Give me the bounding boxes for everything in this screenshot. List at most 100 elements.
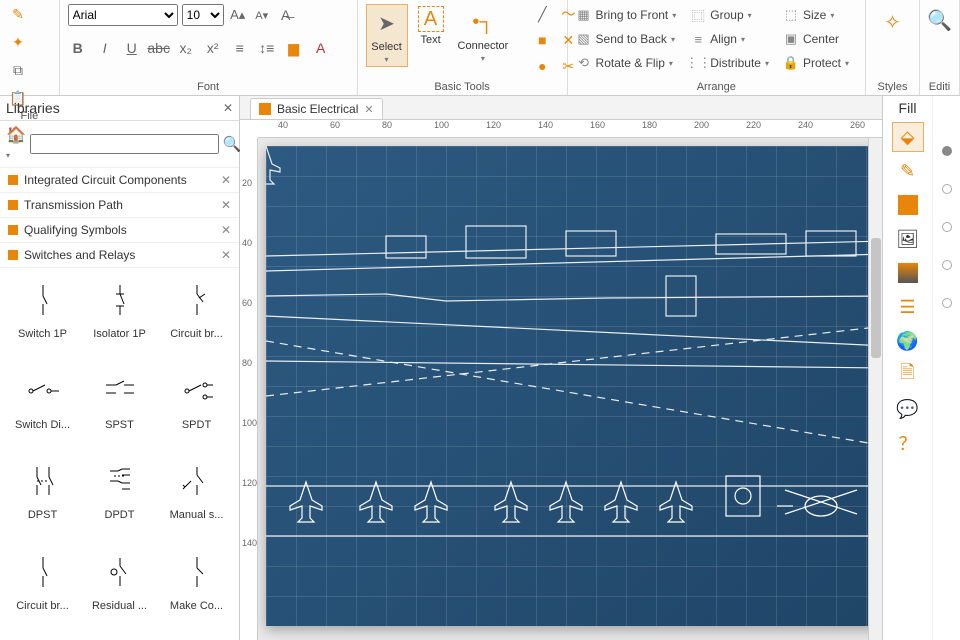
ruler-horizontal: 40 60 80 100 120 140 160 180 200 220 240… <box>258 120 882 138</box>
document-tab[interactable]: Basic Electrical ✕ <box>250 98 383 119</box>
find-icon[interactable]: 🔍 <box>927 4 952 36</box>
library-search-input[interactable] <box>30 134 219 154</box>
search-icon[interactable]: 🔍 <box>223 135 242 153</box>
canvas-area: Basic Electrical ✕ 40 60 80 100 120 140 … <box>240 96 882 640</box>
underline-button[interactable]: U <box>122 38 142 58</box>
bullets-button[interactable]: ≡ <box>230 38 250 58</box>
font-color-button[interactable]: A <box>311 38 331 58</box>
right-panel-title: Fill <box>899 96 917 122</box>
option-radio[interactable] <box>942 222 952 232</box>
page-icon[interactable]: 🗎 <box>892 360 924 390</box>
circle-shape-icon[interactable]: ● <box>532 56 552 76</box>
subscript-button[interactable]: x₂ <box>176 38 196 58</box>
library-item[interactable]: SPST <box>83 367 156 452</box>
protect-button[interactable]: 🔒Protect▾ <box>783 52 849 74</box>
superscript-button[interactable]: x² <box>203 38 223 58</box>
pencil-icon[interactable]: ✎ <box>892 156 924 186</box>
line-spacing-button[interactable]: ↕≡ <box>257 38 277 58</box>
styles-icon: ✧ <box>877 6 909 38</box>
library-item[interactable]: Residual ... <box>83 548 156 633</box>
option-radio[interactable] <box>942 146 952 156</box>
close-icon[interactable]: ✕ <box>223 101 233 115</box>
fill-bucket-icon[interactable]: ⬙ <box>892 122 924 152</box>
rotate-icon: ⟲ <box>576 55 592 71</box>
wand-icon[interactable]: ✦ <box>8 32 28 52</box>
select-tool[interactable]: ➤ Select ▾ <box>366 4 408 67</box>
connector-icon: •┐ <box>467 6 499 38</box>
group-button[interactable]: ⿴Group▾ <box>690 4 769 26</box>
canvas-viewport[interactable] <box>258 138 868 640</box>
italic-button[interactable]: I <box>95 38 115 58</box>
option-radio[interactable] <box>942 184 952 194</box>
library-category[interactable]: Qualifying Symbols✕ <box>0 218 239 243</box>
library-item[interactable]: Make Co... <box>160 548 233 633</box>
vertical-scrollbar[interactable] <box>868 138 882 640</box>
align-icon: ≡ <box>690 31 706 47</box>
highlight-button[interactable]: ▆ <box>284 38 304 58</box>
ribbon-group-file: ✎ ✦ ⧉ 📋 File <box>0 0 60 95</box>
library-item[interactable]: Circuit br... <box>160 276 233 361</box>
increase-font-icon[interactable]: A▴ <box>228 5 248 25</box>
close-icon[interactable]: ✕ <box>221 173 231 187</box>
library-item[interactable]: Manual s... <box>160 457 233 542</box>
libraries-title: Libraries <box>6 100 60 116</box>
rotate-flip-button[interactable]: ⟲Rotate & Flip▾ <box>576 52 677 74</box>
distribute-button[interactable]: ⋮⋮Distribute▾ <box>690 52 769 74</box>
connector-tool[interactable]: •┐ Connector ▾ <box>454 4 513 65</box>
list-icon[interactable]: ☰ <box>892 292 924 322</box>
distribute-icon: ⋮⋮ <box>690 55 706 71</box>
line-shape-icon[interactable]: ╱ <box>532 4 552 24</box>
chevron-down-icon: ▾ <box>385 55 389 64</box>
library-grid: Switch 1P Isolator 1P Circuit br... Swit… <box>0 268 239 640</box>
close-icon[interactable]: ✕ <box>221 248 231 262</box>
send-to-back-button[interactable]: ▧Send to Back▾ <box>576 28 677 50</box>
decrease-font-icon[interactable]: A▾ <box>252 5 272 25</box>
library-item[interactable]: Circuit br... <box>6 548 79 633</box>
styles-button[interactable]: ✧ <box>873 4 913 40</box>
library-category[interactable]: Switches and Relays✕ <box>0 243 239 268</box>
comment-icon[interactable]: 💬 <box>892 394 924 424</box>
solid-fill-icon[interactable] <box>892 190 924 220</box>
blueprint-canvas[interactable] <box>266 146 868 626</box>
center-button[interactable]: ▣Center <box>783 28 849 50</box>
font-family-select[interactable]: Arial <box>68 4 178 26</box>
clear-format-icon[interactable]: A̶ <box>276 5 296 25</box>
strikethrough-button[interactable]: abc <box>149 38 169 58</box>
library-item[interactable]: SPDT <box>160 367 233 452</box>
close-icon[interactable]: ✕ <box>221 198 231 212</box>
library-category[interactable]: Transmission Path✕ <box>0 193 239 218</box>
gradient-fill-icon[interactable] <box>892 258 924 288</box>
ribbon-group-editing: 🔍 Editi <box>920 0 960 95</box>
library-category[interactable]: Integrated Circuit Components✕ <box>0 168 239 193</box>
fill-options-column <box>932 96 960 640</box>
close-icon[interactable]: ✕ <box>364 103 373 116</box>
group-icon: ⿴ <box>690 7 706 23</box>
paintbrush-icon[interactable]: ✎ <box>8 4 28 24</box>
help-icon[interactable]: ？ <box>892 428 924 458</box>
option-radio[interactable] <box>942 298 952 308</box>
library-item[interactable]: Isolator 1P <box>83 276 156 361</box>
square-shape-icon[interactable]: ■ <box>532 30 552 50</box>
ribbon-group-font: Arial 10 A▴ A▾ A̶ B I U abc x₂ x² ≡ ↕≡ ▆… <box>60 0 358 95</box>
tab-label: Basic Electrical <box>277 102 358 116</box>
globe-icon[interactable]: 🌍 <box>892 326 924 356</box>
option-radio[interactable] <box>942 260 952 270</box>
copy-icon[interactable]: ⧉ <box>8 60 28 80</box>
bring-to-front-button[interactable]: ▦Bring to Front▾ <box>576 4 677 26</box>
text-tool[interactable]: A Text <box>414 4 448 48</box>
library-item[interactable]: DPST <box>6 457 79 542</box>
size-button[interactable]: ⬚Size▾ <box>783 4 849 26</box>
bold-button[interactable]: B <box>68 38 88 58</box>
library-item[interactable]: DPDT <box>83 457 156 542</box>
document-tabbar: Basic Electrical ✕ <box>240 96 882 120</box>
cursor-icon: ➤ <box>371 7 403 39</box>
library-item[interactable]: Switch Di... <box>6 367 79 452</box>
library-item[interactable]: Switch 1P <box>6 276 79 361</box>
align-button[interactable]: ≡Align▾ <box>690 28 769 50</box>
font-size-select[interactable]: 10 <box>182 4 224 26</box>
scrollbar-thumb[interactable] <box>871 238 881 358</box>
home-icon[interactable]: 🏠▾ <box>6 125 26 163</box>
image-fill-icon[interactable]: 🖼 <box>892 224 924 254</box>
close-icon[interactable]: ✕ <box>221 223 231 237</box>
text-icon: A <box>418 6 444 32</box>
